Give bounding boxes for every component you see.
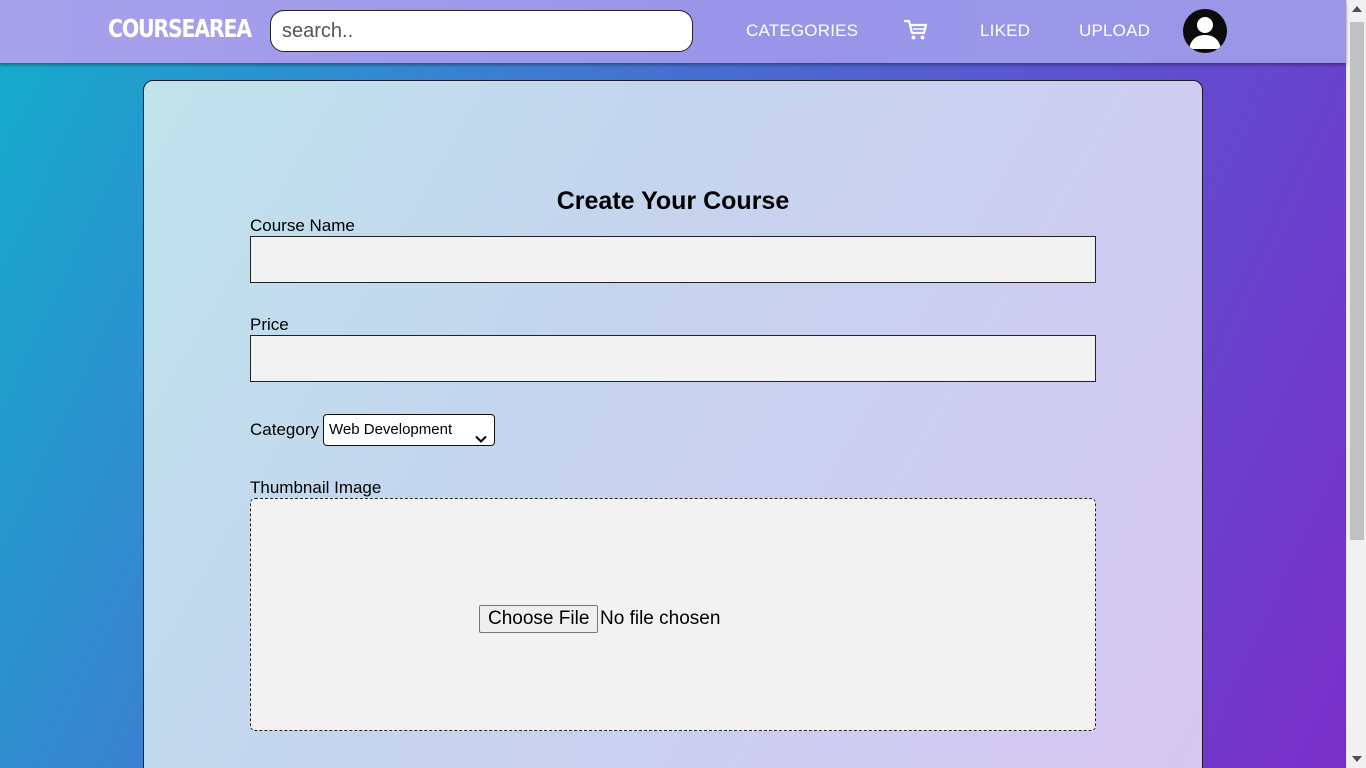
price-label: Price: [250, 315, 289, 334]
cart-icon[interactable]: [903, 17, 929, 43]
category-select[interactable]: Web Development: [323, 414, 495, 446]
nav-upload-link[interactable]: UPLOAD: [1079, 21, 1150, 41]
thumbnail-dropzone[interactable]: Choose File No file chosen: [250, 498, 1096, 731]
scroll-up-arrow-icon[interactable]: [1352, 6, 1362, 12]
file-status-text: No file chosen: [600, 608, 721, 629]
price-input[interactable]: [250, 335, 1096, 382]
navbar: COURSEAREA CATEGORIES LIKED UPLOAD: [0, 0, 1346, 63]
create-course-card: Create Your Course Course Name Price Cat…: [143, 80, 1203, 768]
course-name-input[interactable]: [250, 236, 1096, 283]
user-avatar-icon[interactable]: [1183, 9, 1227, 53]
search-input[interactable]: [270, 10, 693, 52]
page-title: Create Your Course: [556, 187, 790, 215]
chevron-down-icon: [475, 425, 487, 443]
scroll-thumb[interactable]: [1350, 22, 1364, 540]
scrollbar[interactable]: [1346, 0, 1366, 768]
choose-file-button[interactable]: Choose File: [479, 605, 599, 633]
category-selected-value: Web Development: [329, 421, 453, 438]
thumbnail-label: Thumbnail Image: [250, 478, 382, 497]
logo[interactable]: COURSEAREA: [108, 14, 252, 43]
nav-categories-link[interactable]: CATEGORIES: [746, 21, 858, 41]
scroll-down-arrow-icon[interactable]: [1352, 756, 1362, 762]
category-label: Category: [250, 420, 319, 439]
nav-liked-link[interactable]: LIKED: [980, 21, 1030, 41]
course-name-label: Course Name: [250, 216, 355, 235]
